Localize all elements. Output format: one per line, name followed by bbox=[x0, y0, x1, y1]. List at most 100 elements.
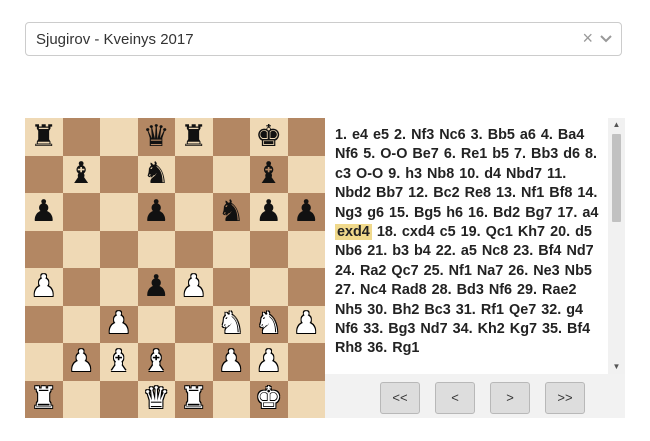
square-h5[interactable] bbox=[287, 230, 325, 268]
square-e5[interactable] bbox=[175, 230, 213, 268]
move[interactable]: Nb8 bbox=[427, 166, 454, 182]
white-king-icon[interactable]: ♚ bbox=[255, 384, 282, 414]
black-pawn-icon[interactable]: ♟ bbox=[143, 271, 170, 302]
square-e8[interactable]: ♜ bbox=[175, 118, 213, 156]
square-g6[interactable]: ♟ bbox=[250, 193, 288, 231]
square-a8[interactable]: ♜ bbox=[25, 118, 63, 156]
square-a6[interactable]: ♟ bbox=[25, 193, 63, 231]
square-h2[interactable] bbox=[287, 343, 325, 381]
white-knight-icon[interactable]: ♞ bbox=[218, 309, 245, 339]
move[interactable]: Nf3 bbox=[411, 127, 434, 143]
white-rook-icon[interactable]: ♜ bbox=[180, 384, 207, 414]
move[interactable]: Nbd7 bbox=[506, 166, 542, 182]
move[interactable]: Bf4 bbox=[567, 321, 590, 337]
current-move[interactable]: exd4 bbox=[335, 224, 372, 241]
move[interactable]: Bc2 bbox=[433, 185, 459, 201]
move[interactable]: d4 bbox=[484, 166, 501, 182]
scroll-up-icon[interactable]: ▲ bbox=[608, 118, 625, 132]
move[interactable]: Nf6 bbox=[335, 146, 358, 162]
black-pawn-icon[interactable]: ♟ bbox=[293, 196, 320, 227]
square-f7[interactable] bbox=[212, 155, 250, 193]
white-pawn-icon[interactable]: ♟ bbox=[218, 346, 245, 377]
square-d6[interactable]: ♟ bbox=[137, 193, 175, 231]
square-d2[interactable]: ♝ bbox=[137, 343, 175, 381]
move-list-scrollbar[interactable]: ▲ ▼ bbox=[608, 118, 625, 374]
move[interactable]: Re8 bbox=[465, 185, 491, 201]
square-e2[interactable] bbox=[175, 343, 213, 381]
move[interactable]: Rad8 bbox=[391, 282, 426, 298]
move[interactable]: Kg7 bbox=[510, 321, 537, 337]
scroll-down-icon[interactable]: ▼ bbox=[608, 360, 625, 374]
square-c1[interactable] bbox=[100, 380, 138, 418]
move[interactable]: Nb5 bbox=[565, 263, 592, 279]
move[interactable]: Rf1 bbox=[481, 302, 504, 318]
move[interactable]: h6 bbox=[446, 205, 463, 221]
white-pawn-icon[interactable]: ♟ bbox=[293, 309, 320, 339]
square-f1[interactable] bbox=[212, 380, 250, 418]
square-e7[interactable] bbox=[175, 155, 213, 193]
black-pawn-icon[interactable]: ♟ bbox=[143, 196, 170, 227]
square-g5[interactable] bbox=[250, 230, 288, 268]
black-king-icon[interactable]: ♚ bbox=[255, 121, 282, 152]
move[interactable]: cxd4 bbox=[402, 224, 435, 240]
clear-icon[interactable]: × bbox=[582, 28, 593, 49]
move[interactable]: Ng3 bbox=[335, 205, 362, 221]
square-b7[interactable]: ♝ bbox=[62, 155, 100, 193]
square-e4[interactable]: ♟ bbox=[175, 268, 213, 306]
move[interactable]: e4 bbox=[352, 127, 368, 143]
move[interactable]: a4 bbox=[582, 205, 598, 221]
square-e6[interactable] bbox=[175, 193, 213, 231]
white-rook-icon[interactable]: ♜ bbox=[30, 384, 57, 414]
move[interactable]: O-O bbox=[356, 166, 383, 182]
move[interactable]: Nc6 bbox=[439, 127, 465, 143]
move[interactable]: Bf4 bbox=[538, 243, 561, 259]
move[interactable]: Nc8 bbox=[482, 243, 508, 259]
move[interactable]: Na7 bbox=[477, 263, 503, 279]
move[interactable]: Bb5 bbox=[488, 127, 515, 143]
black-bishop-icon[interactable]: ♝ bbox=[255, 159, 282, 189]
white-queen-icon[interactable]: ♛ bbox=[143, 384, 170, 414]
square-h4[interactable] bbox=[287, 268, 325, 306]
move[interactable]: Rh8 bbox=[335, 340, 362, 356]
square-d1[interactable]: ♛ bbox=[137, 380, 175, 418]
move[interactable]: Kh7 bbox=[518, 224, 545, 240]
square-b1[interactable] bbox=[62, 380, 100, 418]
square-a4[interactable]: ♟ bbox=[25, 268, 63, 306]
chevron-down-icon[interactable] bbox=[599, 32, 613, 46]
move[interactable]: Qc7 bbox=[391, 263, 418, 279]
move[interactable]: Bb3 bbox=[531, 146, 558, 162]
black-pawn-icon[interactable]: ♟ bbox=[255, 196, 282, 227]
move[interactable]: Bg7 bbox=[525, 205, 552, 221]
move[interactable]: Qe7 bbox=[509, 302, 536, 318]
move[interactable]: Nd7 bbox=[566, 243, 593, 259]
square-c7[interactable] bbox=[100, 155, 138, 193]
move[interactable]: Nc4 bbox=[360, 282, 386, 298]
move[interactable]: Qc1 bbox=[486, 224, 513, 240]
white-pawn-icon[interactable]: ♟ bbox=[68, 346, 95, 377]
white-pawn-icon[interactable]: ♟ bbox=[105, 309, 132, 339]
move[interactable]: b4 bbox=[414, 243, 431, 259]
move[interactable]: Nf6 bbox=[489, 282, 512, 298]
move[interactable]: Nf6 bbox=[335, 321, 358, 337]
move[interactable]: c3 bbox=[335, 166, 351, 182]
black-queen-icon[interactable]: ♛ bbox=[143, 121, 170, 152]
move[interactable]: Ba4 bbox=[558, 127, 584, 143]
square-g2[interactable]: ♟ bbox=[250, 343, 288, 381]
square-g7[interactable]: ♝ bbox=[250, 155, 288, 193]
square-b6[interactable] bbox=[62, 193, 100, 231]
square-b4[interactable] bbox=[62, 268, 100, 306]
white-pawn-icon[interactable]: ♟ bbox=[30, 271, 57, 302]
square-h6[interactable]: ♟ bbox=[287, 193, 325, 231]
move[interactable]: c5 bbox=[440, 224, 456, 240]
square-f4[interactable] bbox=[212, 268, 250, 306]
move[interactable]: d5 bbox=[575, 224, 592, 240]
move[interactable]: Nd7 bbox=[420, 321, 447, 337]
move[interactable]: Nbd2 bbox=[335, 185, 371, 201]
square-d8[interactable]: ♛ bbox=[137, 118, 175, 156]
previous-move-button[interactable]: < bbox=[435, 382, 475, 414]
square-c6[interactable] bbox=[100, 193, 138, 231]
move[interactable]: Kh2 bbox=[478, 321, 505, 337]
square-a7[interactable] bbox=[25, 155, 63, 193]
white-bishop-icon[interactable]: ♝ bbox=[143, 346, 170, 377]
first-move-button[interactable]: << bbox=[380, 382, 420, 414]
